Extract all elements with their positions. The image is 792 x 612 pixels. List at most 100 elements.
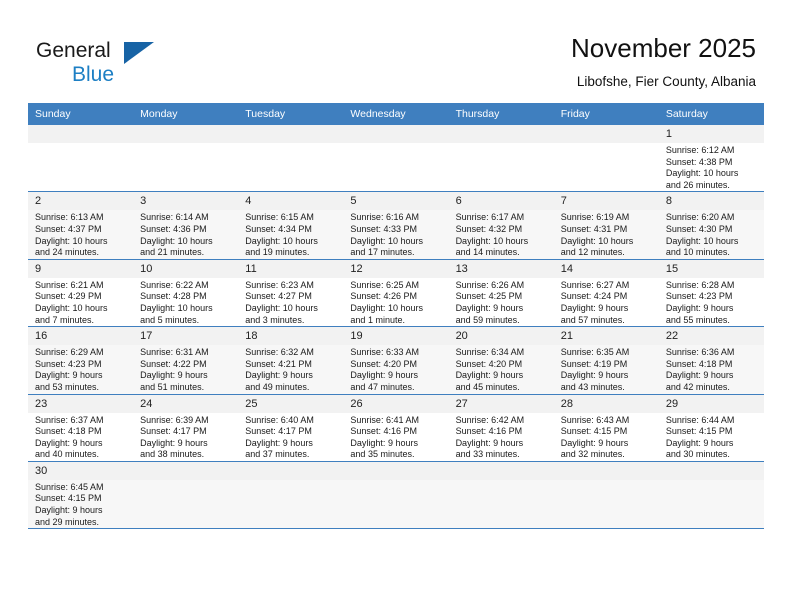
day-sun-info: Sunrise: 6:41 AM Sunset: 4:16 PM Daylight:… <box>343 413 448 461</box>
general-blue-logo[interactable]: General Blue <box>36 38 216 88</box>
calendar-day-cell[interactable]: 9 Sunrise: 6:21 AM Sunset: 4:29 PM Daylight… <box>28 259 134 328</box>
sunset-text: Sunset: 4:26 PM <box>350 291 417 302</box>
calendar-day-cell[interactable]: 20 Sunrise: 6:34 AM Sunset: 4:20 PM Dayligh… <box>448 326 554 395</box>
calendar-day-cell[interactable]: 27 Sunrise: 6:42 AM Sunset: 4:16 PM Dayligh… <box>448 394 554 462</box>
sunrise-text: Sunrise: 6:42 AM <box>455 414 525 425</box>
calendar-day-cell[interactable]: 11 Sunrise: 6:23 AM Sunset: 4:27 PM Dayligh… <box>238 259 344 328</box>
calendar-week-row: 2 Sunrise: 6:13 AM Sunset: 4:37 PM Daylight… <box>28 191 764 260</box>
calendar-day-cell[interactable]: 17 Sunrise: 6:31 AM Sunset: 4:22 PM Dayligh… <box>133 326 239 395</box>
day-sun-info: Sunrise: 6:20 AM Sunset: 4:30 PM Daylight:… <box>659 210 764 258</box>
empty-cell-band <box>133 461 239 480</box>
calendar-day-cell[interactable]: 28 Sunrise: 6:43 AM Sunset: 4:15 PM Dayligh… <box>553 394 659 462</box>
daylight-text: and 30 minutes. <box>665 449 730 460</box>
sunset-text: Sunset: 4:17 PM <box>140 426 207 437</box>
daylight-text: and 21 minutes. <box>140 247 205 258</box>
calendar-cell-empty <box>343 461 449 530</box>
daylight-text: and 43 minutes. <box>560 381 625 392</box>
sunrise-text: Sunrise: 6:35 AM <box>560 347 630 358</box>
sunrise-text: Sunrise: 6:39 AM <box>140 414 209 425</box>
calendar-day-cell[interactable]: 3 Sunrise: 6:14 AM Sunset: 4:36 PM Daylight… <box>133 191 239 260</box>
day-number: 28 <box>553 394 659 413</box>
calendar-day-cell[interactable]: 1 Sunrise: 6:12 AM Sunset: 4:38 PM Daylight… <box>658 125 764 193</box>
day-number: 18 <box>238 327 344 346</box>
sunrise-text: Sunrise: 6:14 AM <box>140 212 209 223</box>
day-sun-info: Sunrise: 6:29 AM Sunset: 4:23 PM Daylight:… <box>28 345 133 393</box>
calendar-day-cell[interactable]: 16 Sunrise: 6:29 AM Sunset: 4:23 PM Dayligh… <box>28 326 134 395</box>
calendar-day-cell[interactable]: 15 Sunrise: 6:28 AM Sunset: 4:23 PM Dayligh… <box>658 259 764 328</box>
daylight-text: Daylight: 9 hours <box>665 370 734 381</box>
day-number: 26 <box>343 394 449 413</box>
calendar-cell-empty <box>28 125 134 193</box>
day-sun-info: Sunrise: 6:43 AM Sunset: 4:15 PM Daylight:… <box>554 413 659 461</box>
calendar-day-cell[interactable]: 25 Sunrise: 6:40 AM Sunset: 4:17 PM Dayligh… <box>238 394 344 462</box>
day-sun-info: Sunrise: 6:13 AM Sunset: 4:37 PM Daylight:… <box>28 210 133 258</box>
calendar-day-cell[interactable]: 12 Sunrise: 6:25 AM Sunset: 4:26 PM Dayligh… <box>343 259 449 328</box>
day-number: 15 <box>658 259 764 278</box>
calendar-week-row: 23 Sunrise: 6:37 AM Sunset: 4:18 PM Dayligh… <box>28 394 764 462</box>
calendar-day-cell[interactable]: 13 Sunrise: 6:26 AM Sunset: 4:25 PM Dayligh… <box>448 259 554 328</box>
day-number: 17 <box>133 327 239 346</box>
day-number: 10 <box>133 259 239 278</box>
day-sun-info: Sunrise: 6:23 AM Sunset: 4:27 PM Daylight:… <box>238 278 343 326</box>
weekday-header-wednesday: Wednesday <box>343 103 449 125</box>
daylight-text: Daylight: 10 hours <box>245 235 318 246</box>
calendar-day-cell[interactable]: 10 Sunrise: 6:22 AM Sunset: 4:28 PM Dayligh… <box>133 259 239 328</box>
daylight-text: Daylight: 9 hours <box>665 302 734 313</box>
daylight-text: Daylight: 10 hours <box>35 235 108 246</box>
sunrise-text: Sunrise: 6:44 AM <box>665 414 735 425</box>
calendar-grid: Sunday Monday Tuesday Wednesday Thursday Frid… <box>28 103 764 530</box>
calendar-day-cell[interactable]: 4 Sunrise: 6:15 AM Sunset: 4:34 PM Daylight… <box>238 191 344 260</box>
calendar-day-cell[interactable]: 29 Sunrise: 6:44 AM Sunset: 4:15 PM Dayligh… <box>658 394 764 462</box>
calendar-day-cell[interactable]: 7 Sunrise: 6:19 AM Sunset: 4:31 PM Daylight… <box>553 191 659 260</box>
calendar-day-cell[interactable]: 22 Sunrise: 6:36 AM Sunset: 4:18 PM Dayligh… <box>658 326 764 395</box>
calendar-day-cell[interactable]: 24 Sunrise: 6:39 AM Sunset: 4:17 PM Dayligh… <box>133 394 239 462</box>
day-sun-info: Sunrise: 6:17 AM Sunset: 4:32 PM Daylight:… <box>449 210 554 258</box>
daylight-text: Daylight: 10 hours <box>245 302 318 313</box>
day-sun-info: Sunrise: 6:37 AM Sunset: 4:18 PM Daylight:… <box>28 413 133 461</box>
daylight-text: and 7 minutes. <box>35 314 95 325</box>
calendar-day-cell[interactable]: 6 Sunrise: 6:17 AM Sunset: 4:32 PM Daylight… <box>448 191 554 260</box>
daylight-text: Daylight: 9 hours <box>560 437 629 448</box>
calendar-cell-empty <box>133 125 239 193</box>
sunrise-text: Sunrise: 6:31 AM <box>140 347 209 358</box>
sunset-text: Sunset: 4:36 PM <box>140 223 207 234</box>
sunset-text: Sunset: 4:27 PM <box>245 291 312 302</box>
day-sun-info: Sunrise: 6:39 AM Sunset: 4:17 PM Daylight:… <box>133 413 238 461</box>
daylight-text: and 42 minutes. <box>665 381 730 392</box>
day-number: 29 <box>658 394 764 413</box>
calendar-day-cell[interactable]: 26 Sunrise: 6:41 AM Sunset: 4:16 PM Dayligh… <box>343 394 449 462</box>
calendar-day-cell[interactable]: 8 Sunrise: 6:20 AM Sunset: 4:30 PM Daylight… <box>658 191 764 260</box>
sunset-text: Sunset: 4:15 PM <box>35 493 102 504</box>
day-sun-info: Sunrise: 6:27 AM Sunset: 4:24 PM Daylight:… <box>554 278 659 326</box>
day-sun-info: Sunrise: 6:36 AM Sunset: 4:18 PM Daylight:… <box>659 345 764 393</box>
sunset-text: Sunset: 4:34 PM <box>245 223 312 234</box>
weekday-header-friday: Friday <box>553 103 659 125</box>
calendar-day-cell[interactable]: 14 Sunrise: 6:27 AM Sunset: 4:24 PM Dayligh… <box>553 259 659 328</box>
calendar-day-cell[interactable]: 30 Sunrise: 6:45 AM Sunset: 4:15 PM Dayligh… <box>28 461 134 530</box>
daylight-text: Daylight: 9 hours <box>245 437 313 448</box>
calendar-day-cell[interactable]: 19 Sunrise: 6:33 AM Sunset: 4:20 PM Dayligh… <box>343 326 449 395</box>
daylight-text: and 45 minutes. <box>455 381 520 392</box>
empty-cell-band <box>553 125 659 143</box>
calendar-day-cell[interactable]: 23 Sunrise: 6:37 AM Sunset: 4:18 PM Dayligh… <box>28 394 134 462</box>
daylight-text: Daylight: 9 hours <box>560 302 629 313</box>
daylight-text: Daylight: 10 hours <box>140 302 213 313</box>
day-number: 24 <box>133 394 239 413</box>
sunrise-text: Sunrise: 6:33 AM <box>350 347 419 358</box>
calendar-day-cell[interactable]: 5 Sunrise: 6:16 AM Sunset: 4:33 PM Daylight… <box>343 191 449 260</box>
sunrise-text: Sunrise: 6:37 AM <box>35 414 104 425</box>
sunset-text: Sunset: 4:23 PM <box>35 358 102 369</box>
calendar-week-row: 9 Sunrise: 6:21 AM Sunset: 4:29 PM Daylight… <box>28 259 764 328</box>
empty-cell-band <box>448 461 554 480</box>
sunset-text: Sunset: 4:23 PM <box>665 291 733 302</box>
daylight-text: and 57 minutes. <box>560 314 625 325</box>
day-number: 30 <box>28 461 134 480</box>
empty-cell-band <box>448 125 554 143</box>
sunset-text: Sunset: 4:28 PM <box>140 291 207 302</box>
calendar-day-cell[interactable]: 2 Sunrise: 6:13 AM Sunset: 4:37 PM Daylight… <box>28 191 134 260</box>
sunset-text: Sunset: 4:16 PM <box>455 426 523 437</box>
day-sun-info: Sunrise: 6:15 AM Sunset: 4:34 PM Daylight:… <box>238 210 343 258</box>
calendar-day-cell[interactable]: 21 Sunrise: 6:35 AM Sunset: 4:19 PM Dayligh… <box>553 326 659 395</box>
calendar-day-cell[interactable]: 18 Sunrise: 6:32 AM Sunset: 4:21 PM Dayligh… <box>238 326 344 395</box>
calendar-cell-empty <box>553 461 659 530</box>
